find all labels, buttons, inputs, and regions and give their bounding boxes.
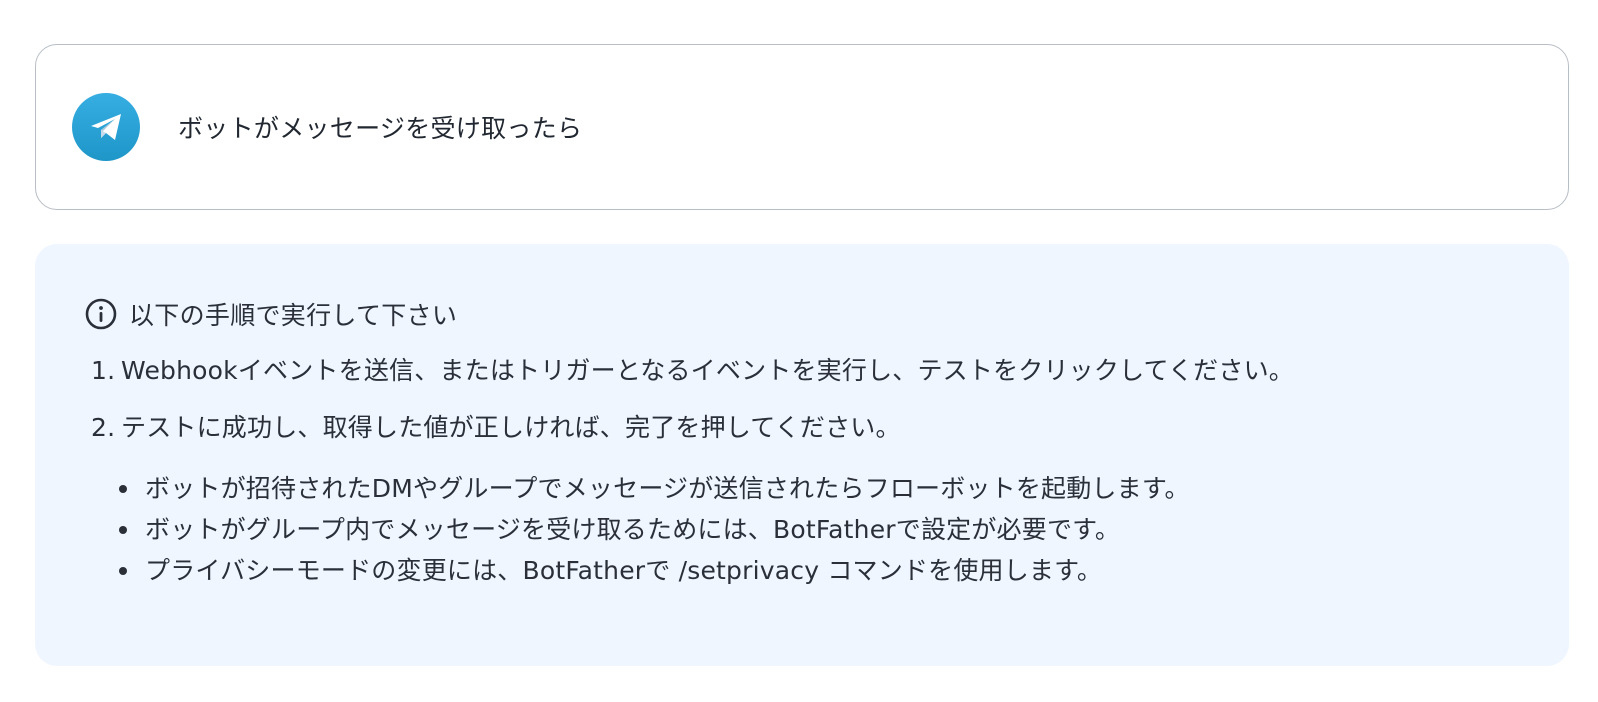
step-item: 2. テストに成功し、取得した値が正しければ、完了を押してください。 (91, 411, 1294, 468)
bullet-icon (119, 484, 127, 493)
bullet-icon (119, 525, 127, 534)
step-text: Webhookイベントを送信、またはトリガーとなるイベントを実行し、テストをクリ… (121, 356, 1294, 385)
note-text: ボットがグループ内でメッセージを受け取るためには、BotFatherで設定が必要… (145, 514, 1121, 544)
notes-list: ボットが招待されたDMやグループでメッセージが送信されたらフローボットを起動しま… (119, 468, 1190, 591)
note-item: ボットがグループ内でメッセージを受け取るためには、BotFatherで設定が必要… (119, 509, 1190, 550)
note-item: ボットが招待されたDMやグループでメッセージが送信されたらフローボットを起動しま… (119, 468, 1190, 509)
trigger-title: ボットがメッセージを受け取ったら (178, 114, 583, 143)
telegram-icon (72, 93, 140, 161)
step-number: 1. (91, 356, 116, 385)
instructions-header: 以下の手順で実行して下さい (85, 296, 457, 332)
note-text: ボットが招待されたDMやグループでメッセージが送信されたらフローボットを起動しま… (145, 473, 1190, 503)
note-item: プライバシーモードの変更には、BotFatherで /setprivacy コマ… (119, 550, 1190, 591)
bullet-icon (119, 566, 127, 575)
step-number: 2. (91, 413, 116, 442)
instructions-panel: 以下の手順で実行して下さい 1. Webhookイベントを送信、またはトリガーとな… (35, 244, 1569, 666)
info-circle-icon (85, 298, 117, 330)
step-item: 1. Webhookイベントを送信、またはトリガーとなるイベントを実行し、テストを… (91, 354, 1294, 411)
instructions-title: 以下の手順で実行して下さい (129, 301, 458, 330)
trigger-card[interactable]: ボットがメッセージを受け取ったら (35, 44, 1569, 210)
note-text: プライバシーモードの変更には、BotFatherで /setprivacy コマ… (145, 555, 1103, 585)
step-text: テストに成功し、取得した値が正しければ、完了を押してください。 (121, 413, 901, 442)
steps-list: 1. Webhookイベントを送信、またはトリガーとなるイベントを実行し、テストを… (91, 354, 1294, 468)
paper-plane-icon (91, 114, 121, 140)
